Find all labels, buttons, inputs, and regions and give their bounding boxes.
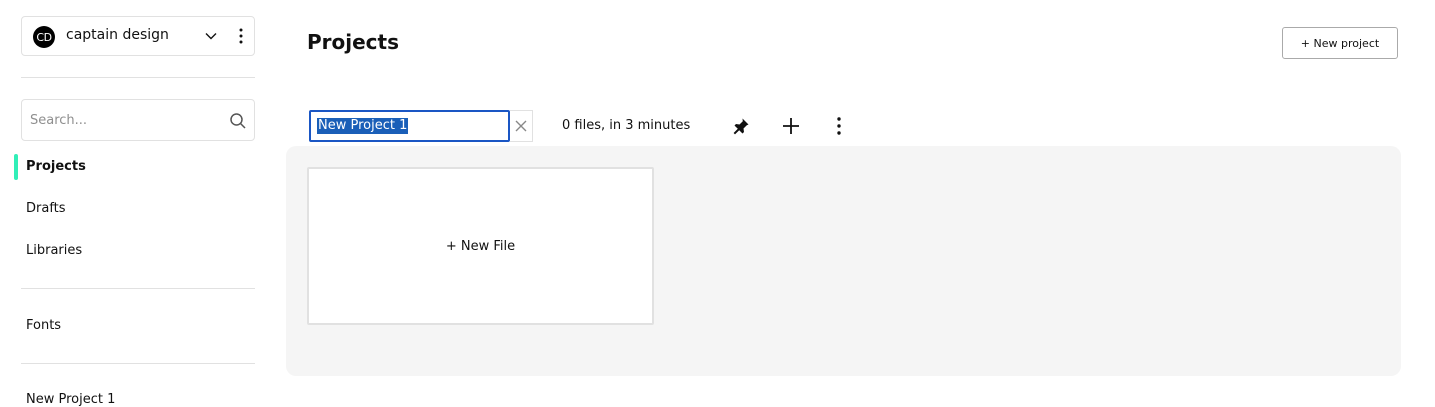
pin-button[interactable] bbox=[730, 115, 752, 137]
active-indicator bbox=[14, 154, 18, 180]
sidebar-item-drafts[interactable]: Drafts bbox=[26, 201, 66, 216]
project-options-button[interactable] bbox=[828, 115, 850, 137]
project-name-input[interactable]: New Project 1 bbox=[309, 110, 510, 142]
new-file-label: + New File bbox=[445, 238, 516, 254]
sidebar: CD captain design Projects Drafts Librar… bbox=[0, 0, 276, 407]
more-vertical-icon[interactable] bbox=[234, 27, 248, 45]
chevron-down-icon[interactable] bbox=[204, 29, 218, 43]
project-name-selection: New Project 1 bbox=[317, 118, 409, 134]
clear-button[interactable] bbox=[510, 110, 533, 142]
team-name: captain design bbox=[66, 27, 169, 43]
page-title: Projects bbox=[307, 30, 400, 54]
plus-icon[interactable] bbox=[781, 116, 801, 136]
avatar: CD bbox=[33, 26, 55, 48]
close-icon[interactable] bbox=[515, 120, 527, 132]
project-file-count: 0 files, in 3 minutes bbox=[562, 118, 691, 133]
divider bbox=[21, 363, 255, 364]
pin-icon[interactable] bbox=[732, 117, 750, 135]
search-icon[interactable] bbox=[229, 112, 247, 130]
search-input[interactable] bbox=[28, 110, 218, 130]
more-vertical-icon[interactable] bbox=[829, 116, 849, 136]
search-box[interactable] bbox=[21, 99, 255, 141]
team-selector[interactable]: CD captain design bbox=[21, 16, 255, 56]
divider bbox=[21, 77, 255, 78]
sidebar-item-libraries[interactable]: Libraries bbox=[26, 243, 82, 258]
new-file-card[interactable]: + New File bbox=[307, 167, 654, 325]
sidebar-item-fonts[interactable]: Fonts bbox=[26, 318, 61, 333]
new-project-button[interactable]: + New project bbox=[1282, 27, 1398, 59]
divider bbox=[21, 288, 255, 289]
project-rename-field[interactable]: New Project 1 bbox=[309, 110, 533, 142]
sidebar-item-projects[interactable]: Projects bbox=[26, 159, 86, 174]
add-file-button[interactable] bbox=[780, 115, 802, 137]
